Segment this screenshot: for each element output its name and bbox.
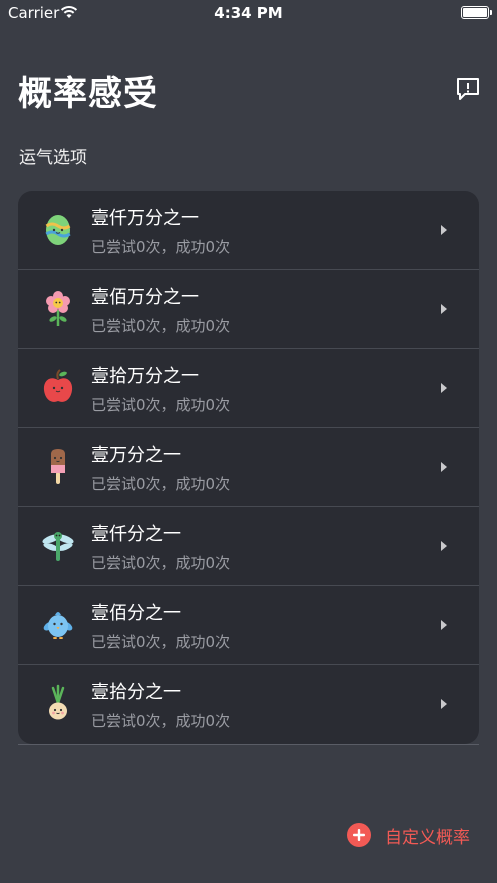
status-time: 4:34 PM xyxy=(214,4,283,22)
list-divider xyxy=(18,744,479,745)
option-stats: 已尝试0次，成功0次 xyxy=(91,317,231,335)
chevron-right-icon xyxy=(441,620,447,630)
option-row-1[interactable]: 壹仟万分之一 已尝试0次，成功0次 xyxy=(18,191,479,270)
status-bar: Carrier 4:34 PM xyxy=(0,0,497,26)
option-row-5[interactable]: 壹仟分之一 已尝试0次，成功0次 xyxy=(18,507,479,586)
dragonfly-icon xyxy=(42,532,74,561)
option-title: 壹拾万分之一 xyxy=(91,366,199,387)
easter-egg-icon xyxy=(45,215,71,245)
option-stats: 已尝试0次，成功0次 xyxy=(91,238,231,256)
option-stats: 已尝试0次，成功0次 xyxy=(91,475,231,493)
add-circle-icon xyxy=(347,823,371,847)
chevron-right-icon xyxy=(441,462,447,472)
option-stats: 已尝试0次，成功0次 xyxy=(91,554,231,572)
option-stats: 已尝试0次，成功0次 xyxy=(91,712,231,730)
option-title: 壹拾分之一 xyxy=(91,682,181,703)
apple-icon xyxy=(43,369,73,402)
popsicle-icon xyxy=(51,449,65,484)
custom-probability-button[interactable]: 自定义概率 xyxy=(346,820,470,850)
custom-probability-label: 自定义概率 xyxy=(385,827,470,848)
option-title: 壹万分之一 xyxy=(91,445,181,466)
page-title: 概率感受 xyxy=(18,74,158,114)
option-title: 壹佰万分之一 xyxy=(91,287,199,308)
option-row-2[interactable]: 壹佰万分之一 已尝试0次，成功0次 xyxy=(18,270,479,349)
onion-icon xyxy=(49,684,67,720)
chevron-right-icon xyxy=(441,383,447,393)
option-row-4[interactable]: 壹万分之一 已尝试0次，成功0次 xyxy=(18,428,479,507)
bird-icon xyxy=(43,612,73,639)
option-row-7[interactable]: 壹拾分之一 已尝试0次，成功0次 xyxy=(18,665,479,744)
option-row-6[interactable]: 壹佰分之一 已尝试0次，成功0次 xyxy=(18,586,479,665)
option-stats: 已尝试0次，成功0次 xyxy=(91,633,231,651)
feedback-icon[interactable] xyxy=(454,75,482,103)
chevron-right-icon xyxy=(441,304,447,314)
flower-icon xyxy=(46,291,70,326)
chevron-right-icon xyxy=(441,541,447,551)
battery-icon xyxy=(461,6,492,19)
option-title: 壹仟分之一 xyxy=(91,524,181,545)
option-row-3[interactable]: 壹拾万分之一 已尝试0次，成功0次 xyxy=(18,349,479,428)
option-title: 壹仟万分之一 xyxy=(91,208,199,229)
chevron-right-icon xyxy=(441,225,447,235)
section-label: 运气选项 xyxy=(19,148,87,168)
option-stats: 已尝试0次，成功0次 xyxy=(91,396,231,414)
option-title: 壹佰分之一 xyxy=(91,603,181,624)
chevron-right-icon xyxy=(441,699,447,709)
options-list: 壹仟万分之一 已尝试0次，成功0次 壹佰万分之一 已尝试0次，成功0次 壹拾万分… xyxy=(18,191,479,744)
